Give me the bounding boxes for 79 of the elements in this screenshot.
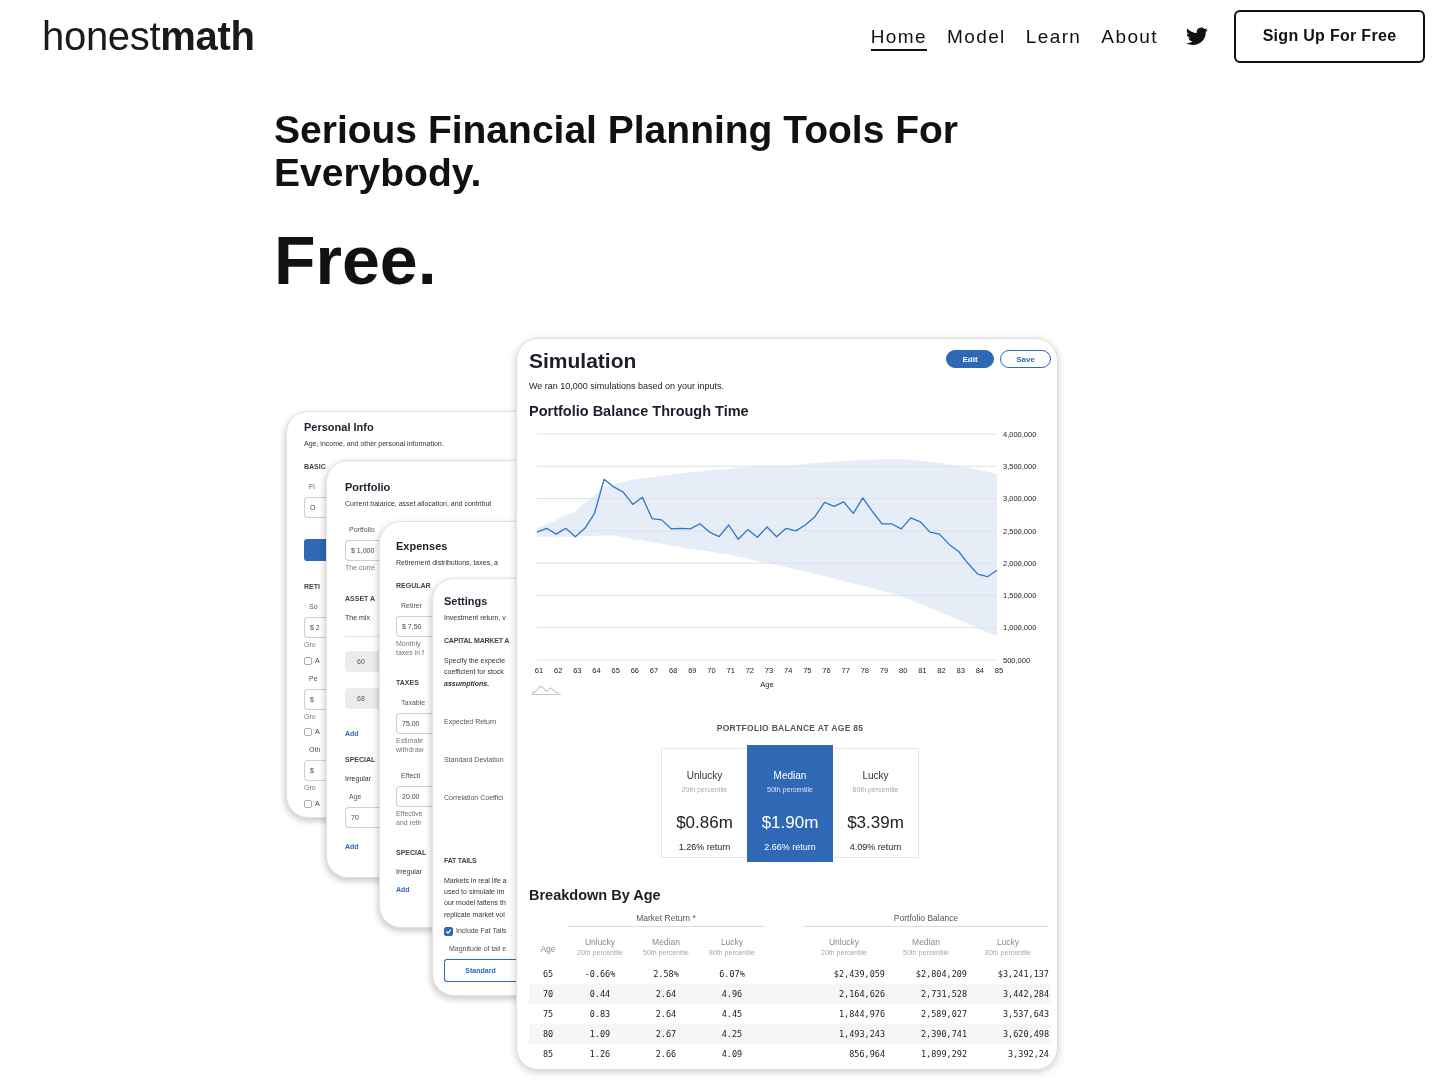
- table-cell-text: 0.44: [588, 988, 612, 1001]
- table-cell-text: 70: [541, 988, 555, 1001]
- table-cell-text: 1.09: [588, 1028, 612, 1041]
- table-cell-text: 75: [541, 1008, 555, 1021]
- column-header: Median: [652, 937, 680, 947]
- pill-button[interactable]: Edit: [946, 350, 994, 368]
- table-cell-text: 3,537,643: [1001, 1008, 1049, 1021]
- table-cell-text: 1,493,243: [837, 1028, 885, 1041]
- table-cell-text: 2.64: [654, 988, 678, 1001]
- hero-tagline: Free.: [274, 222, 437, 298]
- balance-amount: $1.90m: [760, 812, 820, 834]
- table-cell-text: $2,439,059: [832, 968, 885, 981]
- table-cell-text: 65: [541, 968, 555, 981]
- return-label: 1.26% return: [677, 841, 732, 853]
- pill-button[interactable]: Save: [1000, 350, 1051, 368]
- signup-button[interactable]: Sign Up For Free: [1234, 9, 1425, 63]
- table-cell-text: 1,899,292: [919, 1048, 967, 1061]
- table-cell-text: 2,589,027: [919, 1008, 967, 1021]
- table-cell-text: 2.58%: [652, 968, 680, 981]
- group-header: Market Return *: [567, 909, 765, 927]
- checkbox[interactable]: [304, 799, 312, 808]
- checkbox[interactable]: [304, 656, 312, 665]
- table-cell-text: 1,844,976: [837, 1008, 885, 1021]
- card-title: Expenses: [396, 539, 448, 553]
- balance-amount: $0.86m: [675, 812, 734, 834]
- return-label: 4.09% return: [848, 841, 903, 853]
- scenario-label: Median: [772, 770, 808, 782]
- balance-amount: $3.39m: [846, 812, 905, 834]
- table-cell-text: 4.09: [720, 1048, 744, 1061]
- column-header: Age: [540, 944, 556, 954]
- table-cell-text: 3,442,284: [1001, 988, 1049, 1001]
- table-cell-text: 0.83: [588, 1008, 612, 1021]
- card-title: Portfolio: [345, 480, 391, 494]
- section-title: Breakdown By Age: [529, 887, 661, 903]
- chart-title: Portfolio Balance Through Time: [529, 403, 749, 419]
- table-cell-text: 2,164,626: [837, 988, 885, 1001]
- table-cell-text: -0.66%: [583, 968, 617, 981]
- column-header: Median: [912, 937, 940, 947]
- table-cell-text: 856,964: [848, 1048, 885, 1061]
- table-cell-text: 4.45: [720, 1008, 744, 1021]
- table-cell-text: 2.66: [654, 1048, 678, 1061]
- table-cell-text: 3,392,24: [1007, 1048, 1049, 1061]
- card-description: We ran 10,000 simulations based on your inputs.: [529, 381, 724, 392]
- card-title: Simulation: [529, 350, 637, 372]
- table-cell-text: 4.96: [720, 988, 744, 1001]
- group-header: Portfolio Balance: [803, 909, 1049, 927]
- action-button[interactable]: [304, 539, 326, 561]
- checkbox[interactable]: [444, 926, 453, 936]
- table-cell-text: 2.67: [654, 1028, 678, 1041]
- scenario-label: Unlucky: [685, 770, 724, 782]
- table-cell-text: 80: [541, 1028, 555, 1041]
- card-title: Personal Info: [304, 420, 374, 434]
- table-cell-text: 2.64: [654, 1008, 678, 1021]
- table-cell-text: $2,804,209: [914, 968, 967, 981]
- table-cell-text: 2,390,741: [919, 1028, 967, 1041]
- card-title: Settings: [444, 594, 488, 608]
- column-header: Lucky: [720, 937, 744, 947]
- table-cell-text: 4.25: [720, 1028, 744, 1041]
- table-cell-text: 85: [541, 1048, 555, 1061]
- hero-heading: Serious Financial Planning Tools For Everybody.: [274, 108, 960, 194]
- nav-link[interactable]: Home: [870, 21, 927, 51]
- table-cell-text: 1.26: [588, 1048, 612, 1061]
- table-cell-text: 6.07%: [718, 968, 746, 981]
- table-cell-text: 3,620,498: [1001, 1028, 1049, 1041]
- nav-link[interactable]: Model: [947, 21, 1006, 51]
- scenario-label: Lucky: [861, 770, 890, 782]
- mini-chart-icon: [530, 686, 562, 695]
- column-header: Unlucky: [828, 937, 860, 947]
- return-label: 2.66% return: [763, 841, 817, 853]
- checkbox[interactable]: [304, 728, 312, 736]
- table-cell-text: $3,241,137: [996, 968, 1049, 981]
- logo[interactable]: honestmath: [42, 12, 255, 60]
- column-header: Lucky: [996, 937, 1020, 947]
- table-cell-text: 2,731,528: [919, 988, 967, 1001]
- nav-link[interactable]: About: [1101, 21, 1158, 51]
- section-heading: PORTFOLIO BALANCE AT AGE 85: [715, 723, 865, 733]
- nav-link[interactable]: Learn: [1025, 21, 1082, 51]
- bird-icon[interactable]: [1186, 27, 1208, 45]
- column-header: Unlucky: [584, 937, 616, 947]
